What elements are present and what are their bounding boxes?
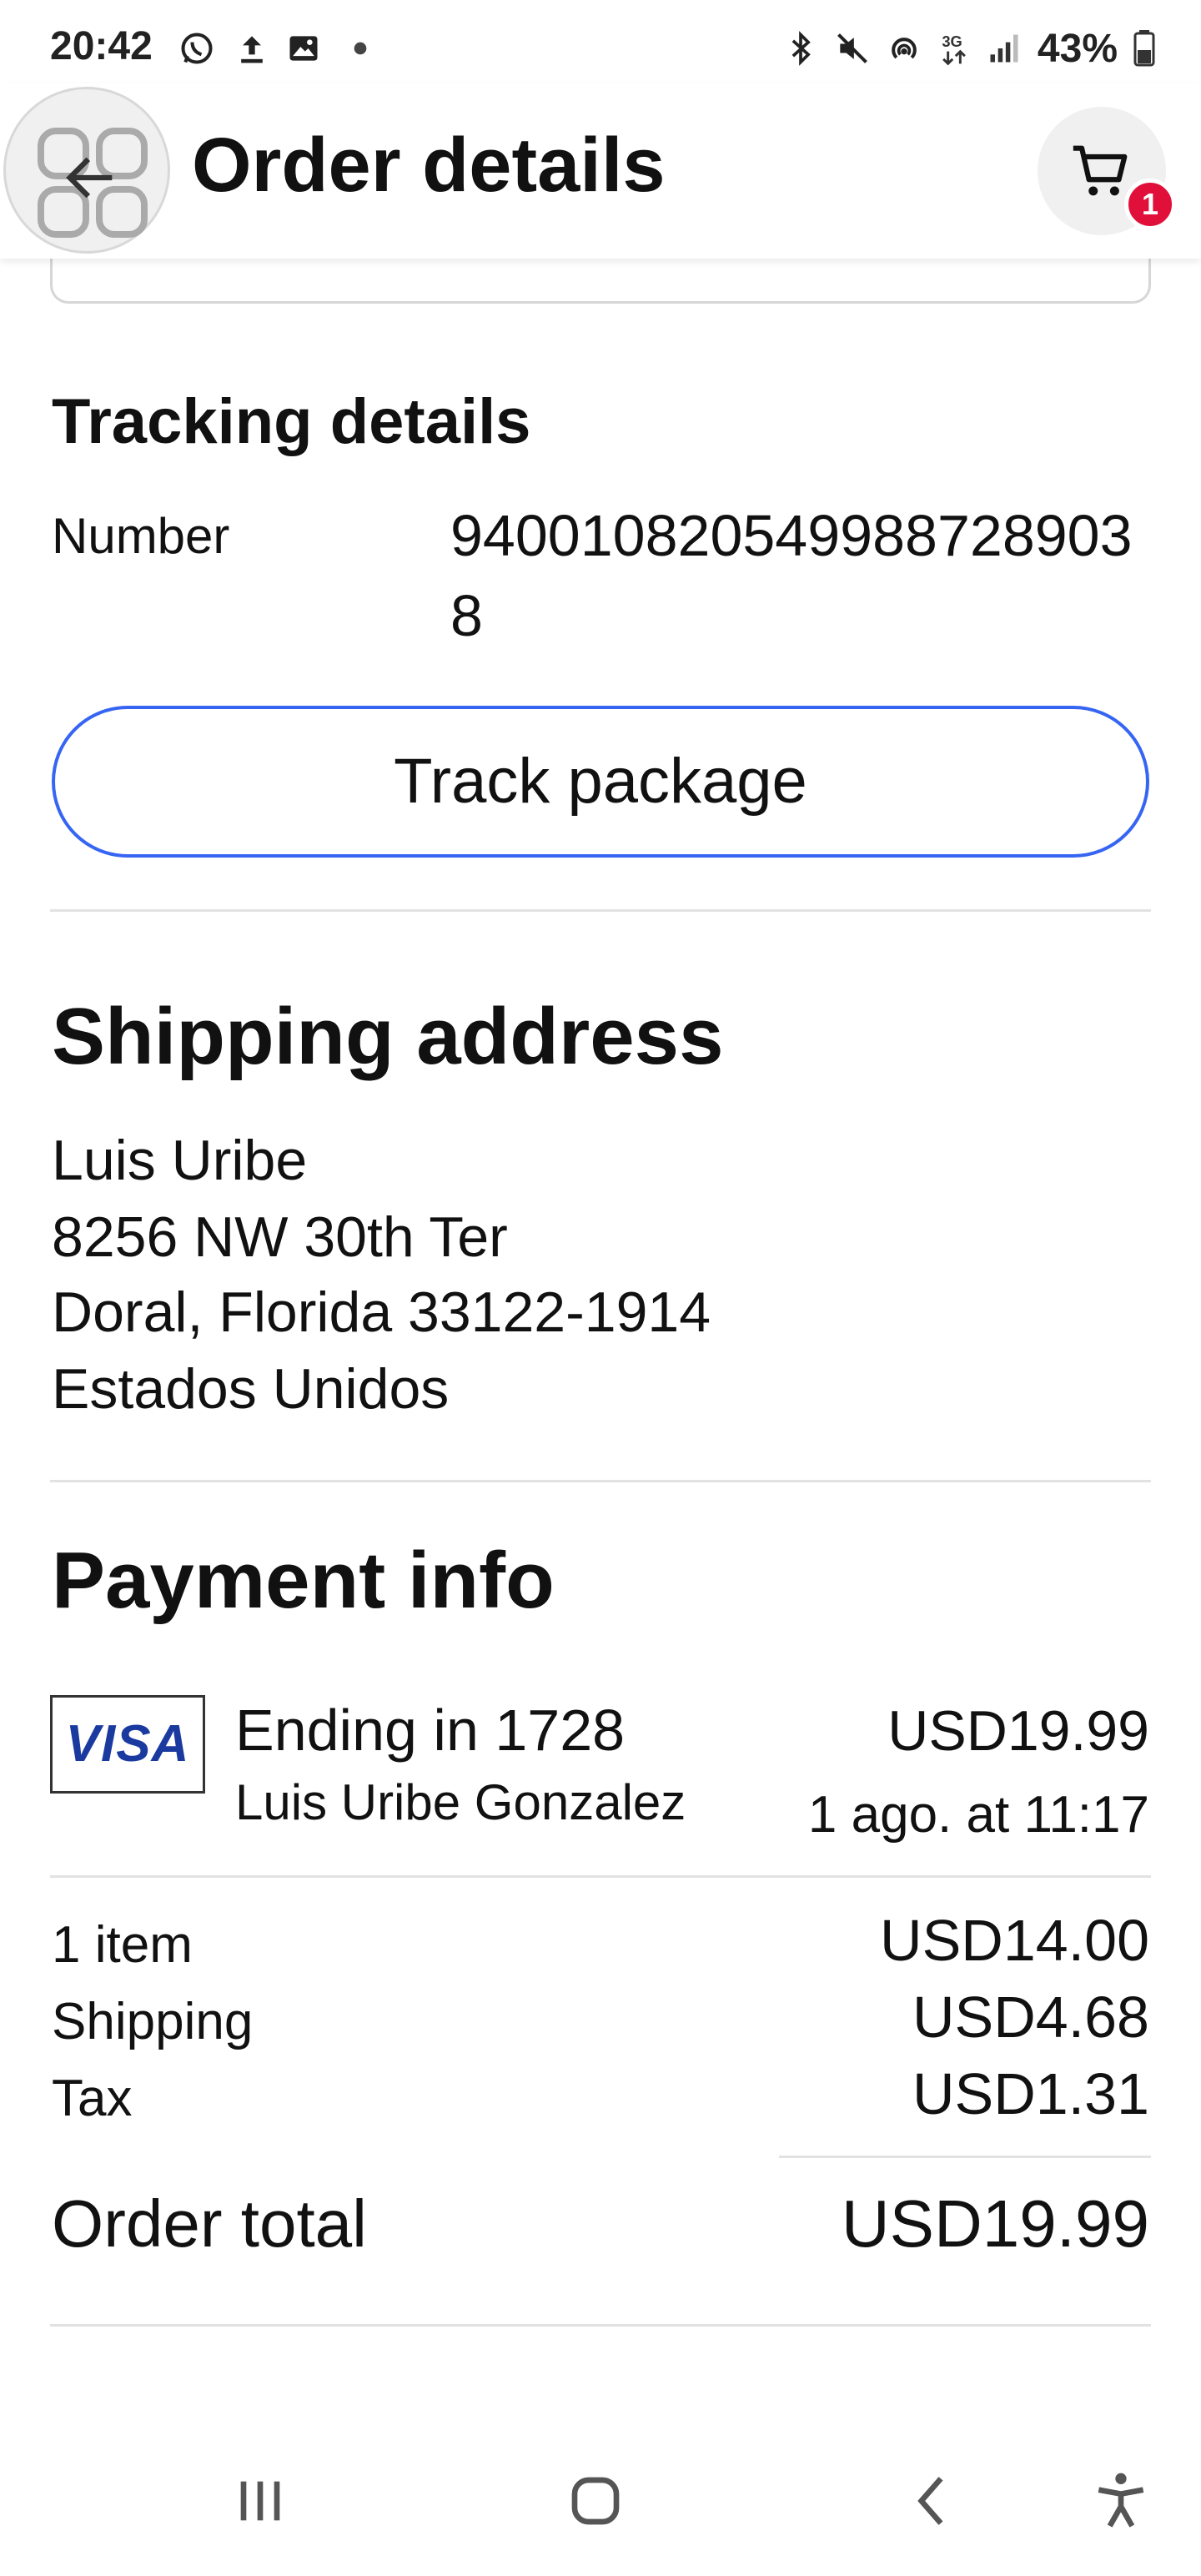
section-divider bbox=[50, 1875, 1151, 1878]
accessibility-icon[interactable] bbox=[1088, 2468, 1154, 2534]
dot-icon bbox=[354, 42, 367, 55]
tracking-number-value: 9400108205499887289038 bbox=[450, 503, 1133, 648]
hotspot-icon bbox=[892, 38, 917, 59]
mute-icon bbox=[837, 33, 867, 63]
status-right: 3G 43% bbox=[782, 23, 1156, 73]
visa-logo: VISA bbox=[50, 1695, 205, 1794]
battery-icon bbox=[1133, 30, 1155, 67]
shipping-city: Doral, Florida 33122-1914 bbox=[52, 1280, 711, 1344]
page-title: Order details bbox=[192, 123, 666, 208]
back-arrow-icon bbox=[66, 157, 113, 199]
shipping-street: 8256 NW 30th Ter bbox=[52, 1205, 508, 1269]
battery-percentage: 43% bbox=[1037, 26, 1118, 71]
section-divider bbox=[50, 909, 1151, 912]
track-package-button[interactable]: Track package bbox=[52, 706, 1149, 858]
shipping-heading: Shipping address bbox=[52, 992, 724, 1081]
card-holder: Luis Uribe Gonzalez bbox=[235, 1774, 686, 1830]
recent-apps-icon[interactable] bbox=[227, 2468, 294, 2534]
order-total-value: USD19.99 bbox=[841, 2186, 1149, 2261]
payment-heading: Payment info bbox=[52, 1536, 555, 1625]
home-icon[interactable] bbox=[562, 2468, 629, 2534]
shipping-name: Luis Uribe bbox=[52, 1129, 308, 1192]
section-divider bbox=[50, 1480, 1151, 1482]
next-section-heading-cutoff bbox=[52, 2402, 1153, 2426]
tracking-number-label: Number bbox=[52, 508, 230, 564]
upload-icon bbox=[241, 36, 263, 63]
bluetooth-icon bbox=[791, 31, 811, 66]
network-3g-icon: 3G bbox=[942, 33, 966, 66]
tax-label: Tax bbox=[52, 2070, 133, 2127]
order-total-label: Order total bbox=[52, 2186, 367, 2261]
card-ending: Ending in 1728 bbox=[235, 1698, 626, 1763]
system-nav-bar bbox=[0, 2426, 1201, 2576]
gallery-icon bbox=[289, 36, 318, 61]
status-time: 20:42 bbox=[50, 24, 153, 68]
shipping-cost-value: USD4.68 bbox=[912, 1985, 1149, 2050]
svg-text:3G: 3G bbox=[942, 33, 962, 50]
back-button[interactable] bbox=[3, 87, 170, 254]
signal-icon bbox=[990, 34, 1018, 63]
app-header: Order details 1 bbox=[0, 83, 1201, 259]
total-divider bbox=[779, 2156, 1151, 2158]
section-divider bbox=[50, 2324, 1151, 2327]
payment-date: 1 ago. at 11:17 bbox=[807, 1786, 1149, 1844]
shipping-cost-label: Shipping bbox=[52, 1993, 254, 2050]
items-label: 1 item bbox=[52, 1916, 193, 1974]
tracking-heading: Tracking details bbox=[52, 386, 531, 457]
payment-amount: USD19.99 bbox=[887, 1699, 1149, 1763]
back-nav-icon[interactable] bbox=[899, 2468, 966, 2534]
shipping-country: Estados Unidos bbox=[52, 1357, 450, 1421]
items-value: USD14.00 bbox=[880, 1908, 1149, 1973]
whatsapp-icon bbox=[181, 33, 213, 64]
cart-count-badge: 1 bbox=[1124, 179, 1176, 230]
tax-value: USD1.31 bbox=[912, 2061, 1149, 2126]
